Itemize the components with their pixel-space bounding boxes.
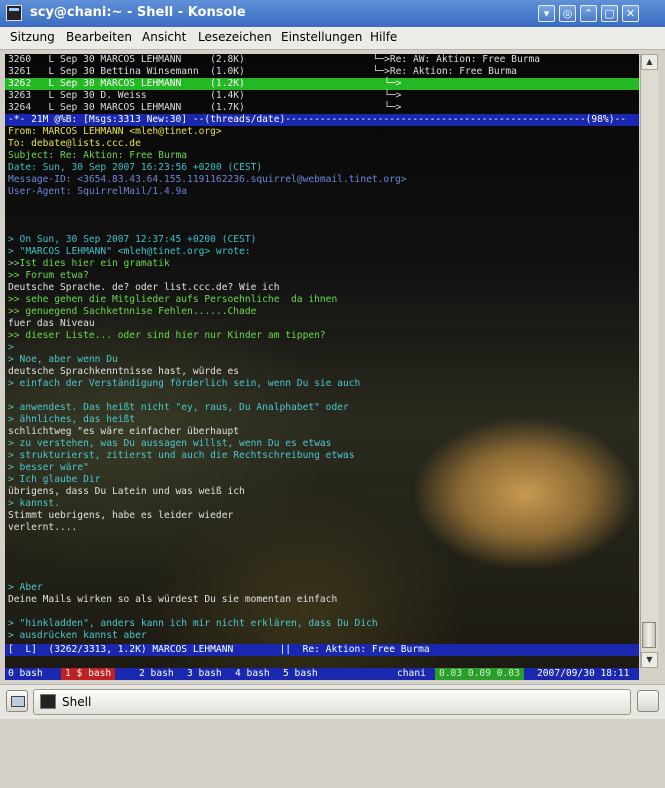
- body-line: > strukturierst, zitierst und auch die R…: [8, 450, 355, 461]
- body-line: > ähnliches, das heißt: [8, 414, 136, 425]
- menu-icon[interactable]: ▾: [538, 5, 555, 22]
- screen-tab-0[interactable]: 0 bash: [8, 668, 43, 680]
- body-line: > besser wäre": [8, 462, 89, 473]
- body-line: >> Forum etwa?: [8, 270, 89, 281]
- scroll-up-icon[interactable]: ▲: [641, 54, 658, 70]
- index-row[interactable]: 3261 L Sep 30 Bettina Winsemann (1.0K) └…: [5, 66, 639, 78]
- header-line: Subject: Re: Aktion: Free Burma: [8, 150, 188, 161]
- screen-tab-bar: 0 bash 1 $ bash 2 bash 3 bash 4 bash 5 b…: [5, 668, 639, 680]
- body-line: übrigens, dass Du Latein und was weiß ic…: [8, 486, 245, 497]
- body-line: >: [8, 342, 14, 353]
- body-line: > Noe, aber wenn Du: [8, 354, 118, 365]
- menu-ansicht[interactable]: Ansicht: [142, 30, 186, 44]
- body-line: > einfach der Verständigung förderlich s…: [8, 378, 361, 389]
- menu-hilfe[interactable]: Hilfe: [370, 30, 397, 44]
- screen-tab-3[interactable]: 3 bash: [187, 668, 222, 680]
- show-desktop-icon[interactable]: [6, 690, 28, 712]
- index-status-bar: -*- 21M @%B: [Msgs:3313 New:30] --(threa…: [5, 114, 639, 126]
- body-line: Deutsche Sprache. de? oder list.ccc.de? …: [8, 282, 280, 293]
- body-line: deutsche Sprachkenntnisse hast, würde es: [8, 366, 240, 377]
- menu-sitzung[interactable]: Sitzung: [10, 30, 55, 44]
- menu-bar: Sitzung Bearbeiten Ansicht Lesezeichen E…: [0, 27, 665, 50]
- scroll-down-icon[interactable]: ▼: [641, 652, 658, 668]
- screen-tab-2[interactable]: 2 bash: [139, 668, 174, 680]
- index-row-thread: └─>Re: AW: Aktion: Free Burma: [361, 54, 541, 65]
- pager-status-text: [ L] (3262/3313, 1.2K) MARCOS LEHMANN ||…: [8, 644, 430, 655]
- header-line: To: debate@lists.ccc.de: [8, 138, 141, 149]
- body-line: schlichtweg "es wäre einfacher überhaupt: [8, 426, 240, 437]
- header-line: From: MARCOS LEHMANN <mleh@tinet.org>: [8, 126, 222, 137]
- index-row[interactable]: 3264 L Sep 30 MARCOS LEHMANN (1.7K) └─>: [5, 102, 639, 114]
- screen-load-average: 0.03 0.09 0.03: [435, 668, 524, 680]
- body-line: Stimmt uebrigens, habe es leider wieder: [8, 510, 234, 521]
- screen-hostname: chani: [397, 668, 426, 679]
- taskbar: Shell: [0, 684, 665, 719]
- title-bar: scy@chani:~ - Shell - Konsole ▾ ◎ ⌃ ▢ ✕: [0, 0, 665, 27]
- index-row-summary: 3263 L Sep 30 D. Weiss (1.4K): [8, 90, 245, 101]
- sticky-icon[interactable]: ◎: [559, 5, 576, 22]
- index-row-summary: 3262 L Sep 30 MARCOS LEHMANN (1.2K): [8, 78, 245, 89]
- pager-status-bar: [ L] (3262/3313, 1.2K) MARCOS LEHMANN ||…: [5, 644, 639, 656]
- menu-lesezeichen[interactable]: Lesezeichen: [198, 30, 272, 44]
- menu-einstellungen[interactable]: Einstellungen: [281, 30, 362, 44]
- body-line: >> dieser Liste... oder sind hier nur Ki…: [8, 330, 326, 341]
- index-row-selected[interactable]: 3262 L Sep 30 MARCOS LEHMANN (1.2K) └─>: [5, 78, 639, 90]
- body-line: Deine Mails wirken so als würdest Du sie…: [8, 594, 338, 605]
- index-row-thread: └─>: [361, 102, 402, 113]
- body-line: > Aber: [8, 582, 43, 593]
- body-line: >> sehe gehen die Mitglieder aufs Persoe…: [8, 294, 338, 305]
- taskbar-shell-button[interactable]: Shell: [33, 689, 631, 715]
- body-line: >>Ist dies hier ein gramatik: [8, 258, 170, 269]
- close-icon[interactable]: ✕: [622, 5, 639, 22]
- body-line: fuer das Niveau: [8, 318, 95, 329]
- terminal-scrollbar[interactable]: ▲ ▼: [640, 54, 658, 668]
- scrollbar-thumb[interactable]: [642, 622, 656, 648]
- header-line: Date: Sun, 30 Sep 2007 16:23:56 +0200 (C…: [8, 162, 263, 173]
- body-line: > ausdrücken kannst aber: [8, 630, 147, 641]
- index-row[interactable]: 3263 L Sep 30 D. Weiss (1.4K) └─>: [5, 90, 639, 102]
- body-line: > "MARCOS LEHMANN" <mleh@tinet.org> wrot…: [8, 246, 251, 257]
- tray-icon[interactable]: [637, 690, 659, 712]
- index-row-summary: 3261 L Sep 30 Bettina Winsemann (1.0K): [8, 66, 245, 77]
- terminal-area[interactable]: 3260 L Sep 30 MARCOS LEHMANN (2.8K) └─>R…: [5, 54, 639, 668]
- window-title: scy@chani:~ - Shell - Konsole: [30, 5, 246, 20]
- body-line: > "hinkladden", anders kann ich mir nich…: [8, 618, 378, 629]
- body-line: > On Sun, 30 Sep 2007 12:37:45 +0200 (CE…: [8, 234, 257, 245]
- body-line: > anwendest. Das heißt nicht "ey, raus, …: [8, 402, 349, 413]
- index-row-summary: 3260 L Sep 30 MARCOS LEHMANN (2.8K): [8, 54, 245, 65]
- index-row-thread: └─>: [361, 78, 402, 89]
- body-line: > zu verstehen, was Du aussagen willst, …: [8, 438, 332, 449]
- screen-tab-4[interactable]: 4 bash: [235, 668, 270, 680]
- taskbar-shell-label: Shell: [62, 695, 92, 709]
- index-row[interactable]: 3260 L Sep 30 MARCOS LEHMANN (2.8K) └─>R…: [5, 54, 639, 66]
- keep-above-icon[interactable]: ⌃: [580, 5, 597, 22]
- index-row-summary: 3264 L Sep 30 MARCOS LEHMANN (1.7K): [8, 102, 245, 113]
- header-line: User-Agent: SquirrelMail/1.4.9a: [8, 186, 188, 197]
- body-line: verlernt....: [8, 522, 78, 533]
- body-line: > kannst.: [8, 498, 60, 509]
- screen-datetime: 2007/09/30 18:11: [537, 668, 630, 679]
- konsole-app-icon[interactable]: [6, 5, 22, 21]
- maximize-icon[interactable]: ▢: [601, 5, 618, 22]
- screen-tab-5[interactable]: 5 bash: [283, 668, 318, 680]
- index-row-thread: └─>Re: Aktion: Free Burma: [361, 66, 517, 77]
- screen-tab-1-active[interactable]: 1 $ bash: [61, 668, 116, 680]
- header-line: Message-ID: <3654.83.43.64.155.119116223…: [8, 174, 407, 185]
- body-line: >> genuegend Sachketnnise Fehlen......Ch…: [8, 306, 257, 317]
- terminal-icon: [40, 694, 56, 709]
- body-line: > Ich glaube Dir: [8, 474, 101, 485]
- index-row-thread: └─>: [361, 90, 402, 101]
- index-status-text: -*- 21M @%B: [Msgs:3313 New:30] --(threa…: [8, 114, 627, 125]
- menu-bearbeiten[interactable]: Bearbeiten: [66, 30, 132, 44]
